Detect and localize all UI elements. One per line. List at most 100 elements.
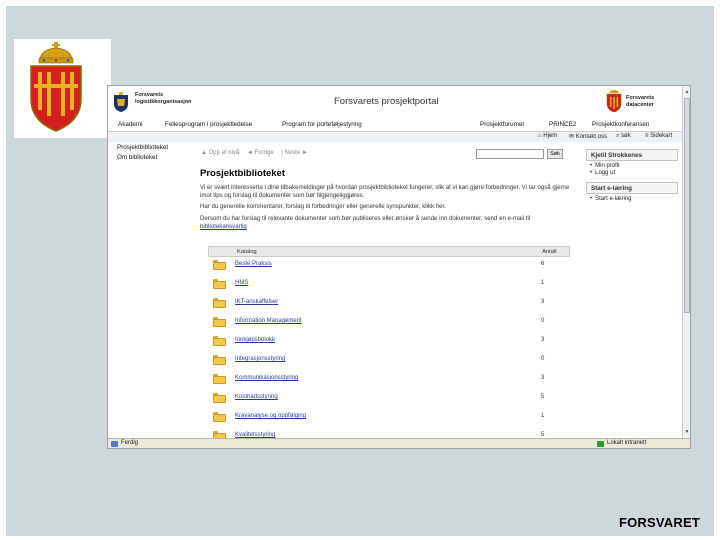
nav-up-level-link[interactable]: ▲ Opp et nivå bbox=[201, 150, 239, 156]
folder-icon[interactable] bbox=[213, 298, 226, 308]
portal-header: Forsvarets logistikkorganisasjon Forsvar… bbox=[108, 86, 682, 119]
main-menu: Akademi Fellesprogram i prosjektledelse … bbox=[108, 120, 682, 132]
catalog-link[interactable]: Kommunikasjonsstyring bbox=[235, 375, 298, 381]
page-status-icon bbox=[111, 441, 118, 447]
catalog-link[interactable]: Beste Praksis bbox=[235, 261, 272, 267]
org-name-left: Forsvarets logistikkorganisasjon bbox=[135, 92, 192, 105]
catalog-row[interactable]: IKT-anskaffelser 3 bbox=[208, 295, 570, 314]
org-name-right-line1: Forsvarets bbox=[626, 95, 655, 101]
count-column-header[interactable]: Antall bbox=[542, 249, 557, 255]
browser-statusbar: Ferdig Lokalt intranett bbox=[108, 438, 690, 448]
util-link-home[interactable]: ⌂ Hjem bbox=[538, 133, 557, 139]
org-name-right: Forsvarets datacenter bbox=[626, 95, 654, 108]
my-profile-link[interactable]: Min profil bbox=[590, 163, 678, 169]
vertical-scrollbar[interactable]: ▲ ▼ bbox=[682, 86, 690, 438]
scroll-down-icon[interactable]: ▼ bbox=[684, 428, 690, 436]
menu-item-fellesprogram[interactable]: Fellesprogram i prosjektledelse bbox=[165, 121, 252, 128]
status-text: Ferdig bbox=[121, 440, 139, 446]
catalog-rows: Beste Praksis 6 HMS 1 IKT-anskaffelser 3 Infor… bbox=[208, 257, 570, 447]
menu-item-prosjektkonferansen[interactable]: Prosjektkonferansen bbox=[592, 121, 649, 128]
catalog-link[interactable]: Innkjøpsbolokk bbox=[235, 337, 275, 343]
util-contact-label: Kontakt oss bbox=[575, 134, 608, 140]
crest-panel bbox=[14, 39, 111, 138]
document-count: 0 bbox=[541, 356, 545, 362]
menu-item-prince2[interactable]: PRINCE2 bbox=[549, 121, 576, 128]
catalog-row[interactable]: Beste Praksis 6 bbox=[208, 257, 570, 276]
catalog-column-header[interactable]: Katalog bbox=[237, 249, 257, 255]
menu-item-portefoljestyring[interactable]: Program for porteføljestyring bbox=[282, 121, 362, 128]
document-count: 3 bbox=[541, 299, 545, 305]
catalog-row[interactable]: Information Management 0 bbox=[208, 314, 570, 333]
folder-icon[interactable] bbox=[213, 336, 226, 346]
right-panel: Kjetil Strokkenes Min profil Logg ut Sta… bbox=[586, 149, 678, 208]
user-name-header: Kjetil Strokkenes bbox=[586, 149, 678, 161]
footer-label: FORSVARET bbox=[618, 515, 700, 530]
catalog-link[interactable]: Kravanalyse og oppfølging bbox=[235, 413, 306, 419]
menu-item-akademi[interactable]: Akademi bbox=[118, 121, 143, 128]
page-title: Prosjektbiblioteket bbox=[200, 168, 285, 179]
user-links: Min profil Logg ut bbox=[586, 163, 678, 176]
catalog-row[interactable]: Kostnadsstyring 5 bbox=[208, 390, 570, 409]
search-button[interactable]: Søk bbox=[547, 149, 563, 159]
catalog-header: Katalog Antall bbox=[208, 246, 570, 257]
org-logo-right-icon[interactable] bbox=[605, 89, 623, 113]
folder-icon[interactable] bbox=[213, 412, 226, 422]
scroll-thumb[interactable] bbox=[684, 98, 690, 313]
menu-item-prosjektforumet[interactable]: Prosjektforumet bbox=[480, 121, 524, 128]
librarian-email-link[interactable]: bibliotekansvarlig bbox=[200, 223, 247, 230]
logout-link[interactable]: Logg ut bbox=[590, 170, 678, 176]
elearning-links: Start e-læring bbox=[586, 196, 678, 202]
document-count: 1 bbox=[541, 413, 545, 419]
folder-icon[interactable] bbox=[213, 393, 226, 403]
catalog-row[interactable]: HMS 1 bbox=[208, 276, 570, 295]
catalog-row[interactable]: Innkjøpsbolokk 3 bbox=[208, 333, 570, 352]
org-name-line2: logistikkorganisasjon bbox=[135, 98, 192, 105]
util-search-label: søk bbox=[621, 133, 631, 139]
util-link-contact[interactable]: ✉ Kontakt oss bbox=[569, 133, 607, 140]
util-link-search[interactable]: ⌕ søk bbox=[616, 133, 631, 140]
catalog-row[interactable]: Kravanalyse og oppfølging 1 bbox=[208, 409, 570, 428]
left-navigation: Prosjektbiblioteket Om biblioteket bbox=[117, 144, 197, 164]
document-count: 6 bbox=[541, 261, 545, 267]
nav-item-prosjektbiblioteket[interactable]: Prosjektbiblioteket bbox=[117, 144, 197, 151]
intro-paragraph-1: Vi er svært interesserte i dine tilbakem… bbox=[200, 184, 570, 199]
catalog-link[interactable]: IKT-anskaffelser bbox=[235, 299, 278, 305]
folder-icon[interactable] bbox=[213, 317, 226, 327]
catalog-table: Katalog Antall Beste Praksis 6 HMS 1 IKT-ans… bbox=[208, 246, 570, 447]
catalog-row[interactable]: Kommunikasjonsstyring 3 bbox=[208, 371, 570, 390]
nav-item-om-biblioteket[interactable]: Om biblioteket bbox=[117, 154, 197, 161]
org-logo-left-icon[interactable] bbox=[112, 91, 130, 113]
document-count: 0 bbox=[541, 318, 545, 324]
intro-paragraph-3-text: Dersom du har forslag til relevante doku… bbox=[200, 215, 531, 223]
catalog-link[interactable]: HMS bbox=[235, 280, 248, 286]
document-count: 3 bbox=[541, 375, 545, 381]
nav-previous-label: Forrige bbox=[254, 150, 274, 156]
nav-previous-link[interactable]: ◄ Forrige bbox=[247, 150, 274, 156]
nav-next-link[interactable]: Neste ► bbox=[285, 150, 308, 156]
search-input[interactable] bbox=[476, 149, 544, 159]
catalog-row[interactable]: Integrasjonsstyring 0 bbox=[208, 352, 570, 371]
catalog-link[interactable]: Information Management bbox=[235, 318, 302, 324]
document-count: 5 bbox=[541, 394, 545, 400]
intro-paragraph-2: Har du generelle kommentarer, forslag ti… bbox=[200, 203, 446, 211]
nav-next-label: Neste bbox=[284, 150, 301, 156]
start-elearning-link[interactable]: Start e-læring bbox=[590, 196, 678, 202]
folder-icon[interactable] bbox=[213, 374, 226, 384]
catalog-link[interactable]: Integrasjonsstyring bbox=[235, 356, 285, 362]
portal-title: Forsvarets prosjektportal bbox=[334, 96, 439, 107]
crest-icon bbox=[30, 42, 82, 132]
utility-bar: ⌂ Hjem ✉ Kontakt oss ⌕ søk ≡ Sidekart bbox=[108, 132, 682, 142]
scroll-up-icon[interactable]: ▲ bbox=[684, 88, 690, 96]
nav-up-label: Opp et nivå bbox=[208, 150, 240, 156]
intro-paragraph-3: Dersom du har forslag til relevante doku… bbox=[200, 215, 570, 230]
util-sitemap-label: Sidekart bbox=[650, 133, 673, 139]
util-link-sitemap[interactable]: ≡ Sidekart bbox=[645, 133, 672, 139]
catalog-link[interactable]: Kostnadsstyring bbox=[235, 394, 278, 400]
folder-icon[interactable] bbox=[213, 260, 226, 270]
intro-text: Vi er svært interesserte i dine tilbakem… bbox=[200, 184, 570, 235]
folder-icon[interactable] bbox=[213, 279, 226, 289]
org-name-right-line2: datacenter bbox=[626, 101, 654, 108]
zone-text: Lokalt intranett bbox=[607, 440, 647, 446]
folder-icon[interactable] bbox=[213, 355, 226, 365]
elearning-header: Start e-læring bbox=[586, 182, 678, 194]
